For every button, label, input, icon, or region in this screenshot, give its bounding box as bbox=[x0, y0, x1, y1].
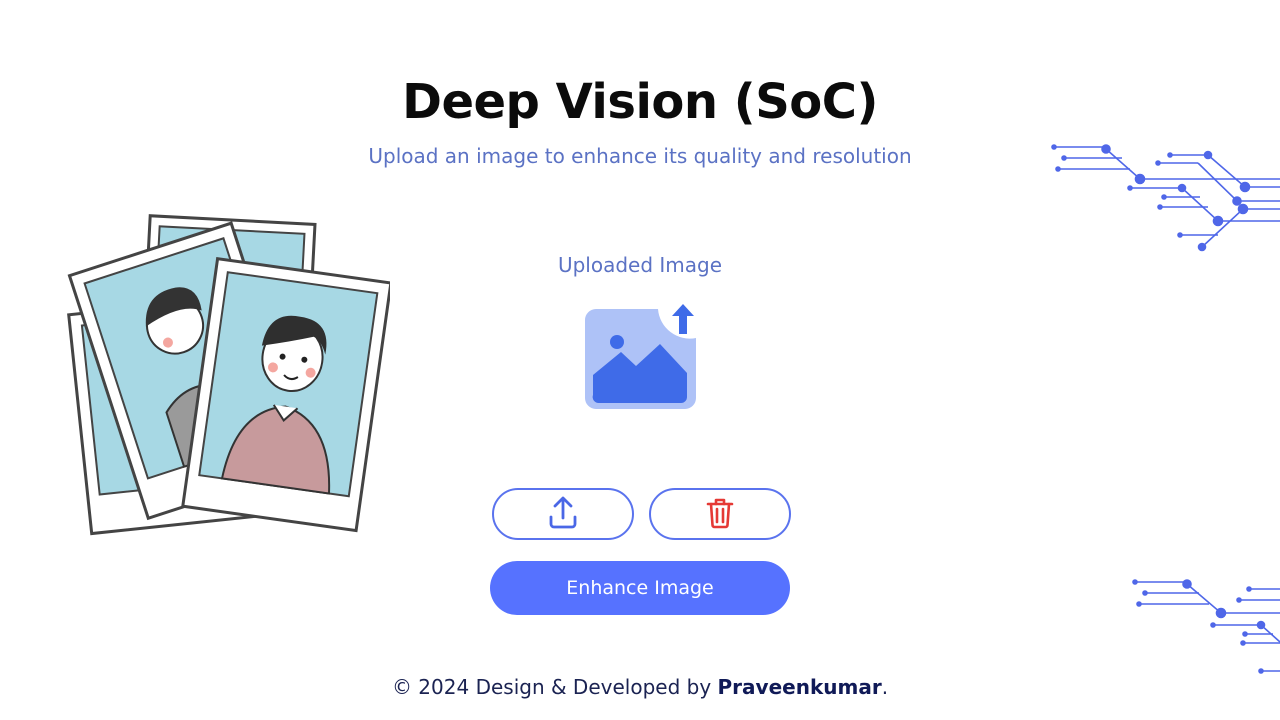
image-upload-icon bbox=[578, 298, 702, 416]
enhance-image-button[interactable]: Enhance Image bbox=[490, 561, 790, 615]
uploaded-image-label: Uploaded Image bbox=[557, 253, 723, 277]
upload-button[interactable] bbox=[492, 488, 634, 540]
page-title: Deep Vision (SoC) bbox=[402, 74, 878, 130]
footer-credit: © 2024 Design & Developed by Praveenkuma… bbox=[0, 675, 1280, 699]
upload-icon bbox=[548, 496, 578, 533]
trash-icon bbox=[706, 497, 734, 532]
footer-suffix: . bbox=[881, 675, 889, 699]
footer-prefix: © 2024 Design & Developed by bbox=[391, 675, 718, 699]
footer-author: Praveenkumar bbox=[717, 675, 882, 699]
delete-button[interactable] bbox=[649, 488, 791, 540]
page-subtitle: Upload an image to enhance its quality a… bbox=[368, 144, 912, 168]
circuit-decoration-bottom bbox=[1125, 570, 1280, 685]
